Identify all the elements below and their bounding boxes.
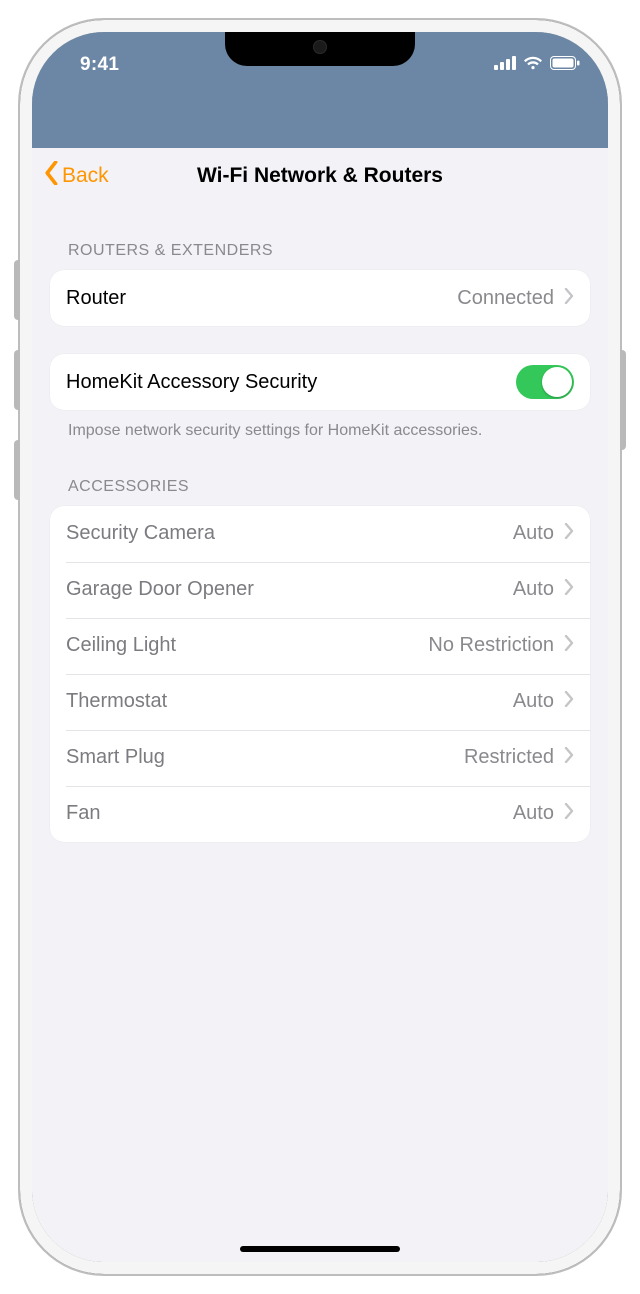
accessory-value: No Restriction (428, 634, 554, 657)
security-toggle[interactable] (516, 365, 574, 399)
row-accessory-ceiling-light[interactable]: Ceiling Light No Restriction (50, 618, 590, 674)
section-header-routers: ROUTERS & EXTENDERS (50, 234, 590, 270)
status-time: 9:41 (60, 42, 119, 76)
settings-sheet: Back Wi-Fi Network & Routers ROUTERS & E… (32, 148, 608, 1262)
security-note: Impose network security settings for Hom… (50, 410, 590, 442)
row-accessory-thermostat[interactable]: Thermostat Auto (50, 674, 590, 730)
page-title: Wi-Fi Network & Routers (197, 164, 443, 188)
accessory-label: Security Camera (66, 522, 215, 545)
chevron-right-icon (564, 579, 574, 600)
accessory-value: Auto (513, 802, 554, 825)
row-router-value: Connected (457, 287, 554, 310)
row-homekit-security: HomeKit Accessory Security (50, 354, 590, 410)
screen: 9:41 (32, 32, 608, 1262)
chevron-right-icon (564, 523, 574, 544)
accessory-value: Auto (513, 690, 554, 713)
accessory-value: Auto (513, 522, 554, 545)
group-accessories: Security Camera Auto Garage Door Opener … (50, 506, 590, 842)
accessory-value: Auto (513, 578, 554, 601)
chevron-right-icon (564, 803, 574, 824)
accessory-label: Smart Plug (66, 746, 165, 769)
content: ROUTERS & EXTENDERS Router Connected Ho (32, 204, 608, 842)
chevron-right-icon (564, 691, 574, 712)
accessory-label: Ceiling Light (66, 634, 176, 657)
chevron-right-icon (564, 747, 574, 768)
back-button[interactable]: Back (40, 155, 113, 197)
notch (225, 32, 415, 66)
device-frame: 9:41 (20, 20, 620, 1274)
row-accessory-fan[interactable]: Fan Auto (50, 786, 590, 842)
toggle-knob (542, 367, 572, 397)
chevron-left-icon (44, 161, 60, 191)
back-label: Back (62, 164, 109, 188)
chevron-right-icon (564, 635, 574, 656)
group-routers: Router Connected (50, 270, 590, 326)
section-header-accessories: ACCESSORIES (50, 470, 590, 506)
status-icons (494, 44, 580, 75)
row-router-label: Router (66, 287, 126, 310)
group-security-toggle: HomeKit Accessory Security (50, 354, 590, 410)
nav-bar: Back Wi-Fi Network & Routers (32, 148, 608, 204)
row-accessory-smart-plug[interactable]: Smart Plug Restricted (50, 730, 590, 786)
row-accessory-security-camera[interactable]: Security Camera Auto (50, 506, 590, 562)
accessory-value: Restricted (464, 746, 554, 769)
accessory-label: Fan (66, 802, 100, 825)
wifi-icon (523, 56, 543, 75)
accessory-label: Thermostat (66, 690, 167, 713)
row-router[interactable]: Router Connected (50, 270, 590, 326)
row-accessory-garage-door[interactable]: Garage Door Opener Auto (50, 562, 590, 618)
cellular-icon (494, 56, 516, 75)
chevron-right-icon (564, 288, 574, 309)
battery-icon (550, 56, 580, 75)
home-indicator[interactable] (240, 1246, 400, 1252)
security-toggle-label: HomeKit Accessory Security (66, 371, 317, 394)
accessory-label: Garage Door Opener (66, 578, 254, 601)
